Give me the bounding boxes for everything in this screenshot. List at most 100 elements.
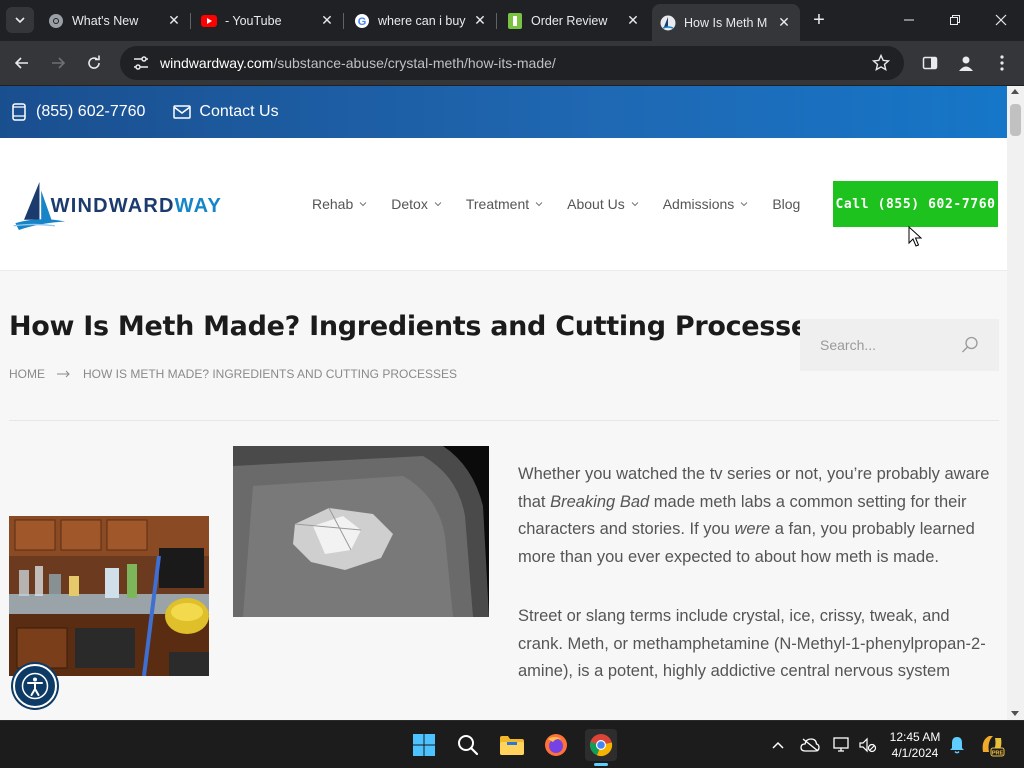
article-paragraph-1: Whether you watched the tv series or not… — [518, 461, 993, 571]
topbar-contact-text: Contact Us — [199, 103, 279, 120]
tab-youtube[interactable]: - YouTube ✕ — [193, 4, 343, 37]
nav-item-about-us[interactable]: About Us — [567, 196, 639, 212]
notifications-button[interactable] — [946, 735, 968, 755]
bookmark-star-icon[interactable] — [871, 53, 891, 77]
tab-title: What's New — [72, 13, 139, 28]
file-explorer-button[interactable] — [496, 729, 528, 761]
site-logo[interactable]: WINDWARDWAY — [12, 176, 222, 236]
copilot-button[interactable]: PRE — [978, 731, 1006, 759]
tab-separator — [496, 13, 497, 29]
onedrive-tray-icon[interactable] — [799, 735, 821, 755]
start-button[interactable] — [408, 729, 440, 761]
nav-item-label: About Us — [567, 196, 625, 212]
back-button[interactable] — [8, 49, 36, 77]
scroll-thumb[interactable] — [1010, 104, 1021, 136]
svg-text:G: G — [358, 16, 367, 28]
restore-button[interactable] — [932, 0, 978, 40]
site-info-icon[interactable] — [126, 56, 156, 70]
chevron-down-icon — [535, 202, 543, 207]
minimize-icon — [904, 19, 914, 21]
tab-whats-new[interactable]: What's New ✕ — [40, 4, 190, 37]
page-title-area: How Is Meth Made? Ingredients and Cuttin… — [0, 271, 1007, 421]
menu-button[interactable] — [988, 49, 1016, 77]
tab-order-review[interactable]: Order Review ✕ — [499, 4, 649, 37]
network-tray-icon[interactable] — [831, 735, 853, 755]
close-icon[interactable]: ✕ — [776, 14, 792, 31]
tab-search-button[interactable] — [6, 7, 34, 33]
reload-icon — [88, 55, 100, 69]
nav-item-rehab[interactable]: Rehab — [312, 196, 367, 212]
arrow-left-icon — [14, 57, 28, 69]
nav-item-treatment[interactable]: Treatment — [466, 196, 543, 212]
show-hidden-icons-button[interactable] — [767, 735, 789, 755]
close-icon — [995, 14, 1007, 26]
close-icon[interactable]: ✕ — [319, 12, 335, 29]
chevron-down-icon — [359, 202, 367, 207]
nav-item-detox[interactable]: Detox — [391, 196, 442, 212]
restore-icon — [950, 15, 960, 25]
new-tab-button[interactable]: + — [808, 9, 830, 31]
site-search[interactable]: Search... — [800, 319, 999, 371]
url-host: windwardway.com — [160, 55, 274, 71]
taskbar-search-button[interactable] — [452, 729, 484, 761]
scroll-up-arrow[interactable] — [1011, 89, 1019, 94]
nav-item-label: Blog — [772, 196, 801, 212]
tab-how-is-meth-made[interactable]: How Is Meth M ✕ — [652, 4, 800, 41]
topbar-contact-link[interactable]: Contact Us — [173, 103, 279, 121]
topbar-phone-text: (855) 602-7760 — [36, 103, 146, 120]
windwardway-icon — [660, 15, 676, 31]
browser-tab-strip: What's New ✕ - YouTube ✕ G where can i b… — [0, 0, 1024, 41]
logo-word-way: WAY — [174, 194, 222, 217]
article-body: Whether you watched the tv series or not… — [518, 461, 993, 718]
tab-title: Order Review — [531, 13, 608, 28]
firefox-button[interactable] — [540, 729, 572, 761]
chevron-down-icon — [740, 202, 748, 207]
close-icon[interactable]: ✕ — [625, 12, 641, 29]
call-cta-button[interactable]: Call (855) 602-7760 — [833, 181, 998, 227]
page-scrollbar[interactable] — [1007, 86, 1024, 720]
breadcrumb-current: HOW IS METH MADE? INGREDIENTS AND CUTTIN… — [83, 367, 458, 381]
site-header: WINDWARDWAY Rehab Detox Treatment About … — [0, 138, 1007, 271]
article-content: Whether you watched the tv series or not… — [0, 421, 1007, 720]
nav-item-blog[interactable]: Blog — [772, 196, 800, 212]
tab-separator — [343, 13, 344, 29]
logo-word-windward: WINDWARD — [50, 194, 175, 217]
tab-google-search[interactable]: G where can i buy ✕ — [346, 4, 496, 37]
chrome-icon — [48, 13, 64, 29]
mouse-cursor-icon — [908, 226, 922, 247]
volume-tray-icon[interactable] — [857, 735, 879, 755]
chrome-icon — [590, 734, 613, 757]
copilot-icon: PRE — [982, 736, 1005, 757]
main-nav: Rehab Detox Treatment About Us Admission… — [312, 196, 824, 212]
accessibility-button[interactable] — [13, 664, 57, 708]
tab-title: How Is Meth M — [684, 15, 768, 30]
topbar-phone-link[interactable]: (855) 602-7760 — [10, 103, 145, 121]
reload-button[interactable] — [80, 49, 108, 77]
tab-title: - YouTube — [225, 13, 282, 28]
side-panel-button[interactable] — [916, 49, 944, 77]
scroll-down-arrow[interactable] — [1011, 711, 1019, 716]
more-vertical-icon — [1000, 55, 1004, 71]
search-icon[interactable] — [961, 336, 979, 354]
minimize-button[interactable] — [886, 0, 932, 40]
breadcrumb-home-link[interactable]: HOME — [9, 367, 45, 381]
site-topbar: (855) 602-7760 Contact Us — [0, 86, 1007, 138]
bell-icon — [950, 737, 964, 754]
article-paragraph-2: Street or slang terms include crystal, i… — [518, 607, 986, 680]
forward-button[interactable] — [44, 49, 72, 77]
arrow-right-icon — [52, 57, 66, 69]
close-icon[interactable]: ✕ — [472, 12, 488, 29]
address-bar[interactable]: windwardway.com/substance-abuse/crystal-… — [120, 46, 904, 80]
active-app-indicator — [594, 763, 608, 766]
chrome-button[interactable] — [585, 729, 617, 761]
clock-date: 4/1/2024 — [891, 746, 939, 760]
nav-item-admissions[interactable]: Admissions — [663, 196, 749, 212]
close-icon[interactable]: ✕ — [166, 12, 182, 29]
arrow-right-icon — [57, 370, 70, 378]
nav-item-label: Rehab — [312, 196, 354, 212]
search-input[interactable]: Search... — [820, 337, 961, 353]
taskbar-clock[interactable]: 12:45 AM 4/1/2024 — [884, 729, 946, 761]
chevron-up-icon — [772, 741, 784, 749]
profile-button[interactable] — [952, 49, 980, 77]
close-window-button[interactable] — [978, 0, 1024, 40]
